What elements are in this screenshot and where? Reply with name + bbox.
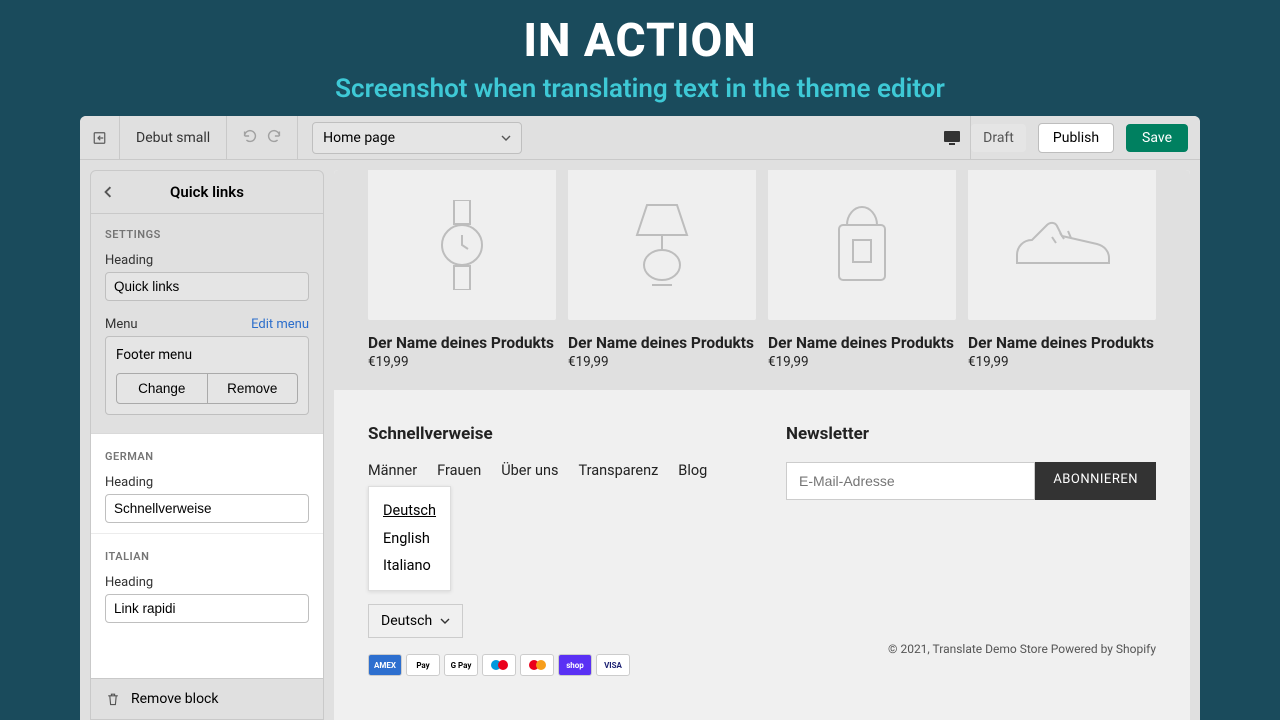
change-menu-button[interactable]: Change — [116, 373, 208, 404]
menu-name: Footer menu — [116, 347, 298, 363]
desktop-icon — [942, 128, 962, 148]
chevron-down-icon — [501, 133, 511, 143]
product-price: €19,99 — [768, 354, 956, 370]
product-price: €19,99 — [968, 354, 1156, 370]
product-name: Der Name deines Produkts — [568, 334, 756, 352]
german-heading-input[interactable] — [105, 494, 309, 523]
hero-subtitle: Screenshot when translating text in the … — [0, 74, 1280, 104]
product-price: €19,99 — [368, 354, 556, 370]
remove-block-button[interactable]: Remove block — [91, 678, 323, 719]
subscribe-button[interactable]: ABONNIEREN — [1035, 462, 1156, 500]
edit-menu-link[interactable]: Edit menu — [251, 317, 309, 332]
viewport-desktop-button[interactable] — [942, 116, 971, 160]
save-button[interactable]: Save — [1126, 124, 1188, 152]
language-option[interactable]: Deutsch — [383, 497, 436, 525]
footer-link[interactable]: Männer — [368, 462, 417, 479]
exit-icon — [92, 129, 107, 147]
page-select[interactable]: Home page — [312, 122, 522, 154]
product-card[interactable]: Der Name deines Produkts €19,99 — [368, 170, 556, 370]
payment-cards: AMEX Pay G Pay shop VISA — [368, 654, 1156, 676]
product-name: Der Name deines Produkts — [368, 334, 556, 352]
italian-heading-input[interactable] — [105, 594, 309, 623]
language-option[interactable]: English — [383, 525, 436, 553]
heading-field-label: Heading — [105, 253, 309, 268]
chevron-down-icon — [440, 616, 450, 626]
footer-link[interactable]: Transparenz — [578, 462, 658, 479]
draft-pill[interactable]: Draft — [971, 124, 1026, 152]
undo-button[interactable] — [241, 127, 259, 149]
amex-card-icon: AMEX — [368, 654, 402, 676]
language-option[interactable]: Italiano — [383, 552, 436, 580]
top-toolbar: Debut small Home page Draft Publish Save — [80, 116, 1200, 160]
undo-icon — [241, 127, 259, 145]
back-button[interactable] — [91, 186, 125, 198]
sidebar-title: Quick links — [125, 183, 323, 201]
apple-pay-icon: Pay — [406, 654, 440, 676]
remove-block-label: Remove block — [131, 691, 218, 707]
product-grid: Der Name deines Produkts €19,99 Der Name… — [334, 170, 1190, 390]
google-pay-icon: G Pay — [444, 654, 478, 676]
app-window: Debut small Home page Draft Publish Save — [80, 116, 1200, 720]
settings-section-label: SETTINGS — [91, 214, 323, 247]
product-name: Der Name deines Produkts — [768, 334, 956, 352]
menu-selector: Footer menu Change Remove — [105, 336, 309, 415]
footer-link[interactable]: Blog — [678, 462, 707, 479]
theme-name: Debut small — [120, 116, 227, 160]
maestro-icon — [482, 654, 516, 676]
store-footer: Schnellverweise Männer Frauen Über uns T… — [334, 390, 1190, 720]
product-card[interactable]: Der Name deines Produkts €19,99 — [968, 170, 1156, 370]
shoe-icon — [1012, 215, 1112, 275]
settings-sidebar: Quick links SETTINGS Heading Menu Edit m… — [90, 170, 324, 720]
newsletter-heading: Newsletter — [786, 424, 1156, 444]
remove-menu-button[interactable]: Remove — [208, 373, 299, 404]
bag-icon — [827, 200, 897, 290]
chevron-left-icon — [102, 186, 114, 198]
footer-link[interactable]: Über uns — [501, 462, 558, 479]
trash-icon — [105, 691, 121, 707]
exit-button[interactable] — [80, 116, 120, 160]
translation-zone: GERMAN Heading ITALIAN Heading — [91, 433, 323, 678]
visa-icon: VISA — [596, 654, 630, 676]
preview-pane: Der Name deines Produkts €19,99 Der Name… — [334, 170, 1190, 720]
shop-pay-icon: shop — [558, 654, 592, 676]
language-select[interactable]: Deutsch — [368, 604, 463, 638]
product-name: Der Name deines Produkts — [968, 334, 1156, 352]
hero-title: IN ACTION — [0, 14, 1280, 68]
italian-heading-label: Heading — [105, 575, 309, 590]
redo-icon — [265, 127, 283, 145]
language-selected-label: Deutsch — [381, 613, 432, 629]
menu-field-label: Menu — [105, 317, 138, 332]
product-price: €19,99 — [568, 354, 756, 370]
product-card[interactable]: Der Name deines Produkts €19,99 — [768, 170, 956, 370]
quicklinks-heading: Schnellverweise — [368, 424, 707, 444]
heading-input[interactable] — [105, 272, 309, 301]
lamp-icon — [627, 200, 697, 290]
footer-links: Männer Frauen Über uns Transparenz Blog — [368, 462, 707, 479]
product-card[interactable]: Der Name deines Produkts €19,99 — [568, 170, 756, 370]
email-input[interactable] — [786, 462, 1035, 500]
watch-icon — [432, 200, 492, 290]
mastercard-icon — [520, 654, 554, 676]
german-section-label: GERMAN — [91, 434, 323, 469]
redo-button[interactable] — [265, 127, 283, 149]
copyright-text: © 2021, Translate Demo Store Powered by … — [888, 642, 1156, 656]
footer-link[interactable]: Frauen — [437, 462, 481, 479]
publish-button[interactable]: Publish — [1038, 123, 1114, 153]
language-popup: Deutsch English Italiano — [368, 486, 451, 591]
german-heading-label: Heading — [105, 475, 309, 490]
italian-section-label: ITALIAN — [91, 533, 323, 569]
page-select-label: Home page — [323, 130, 395, 146]
